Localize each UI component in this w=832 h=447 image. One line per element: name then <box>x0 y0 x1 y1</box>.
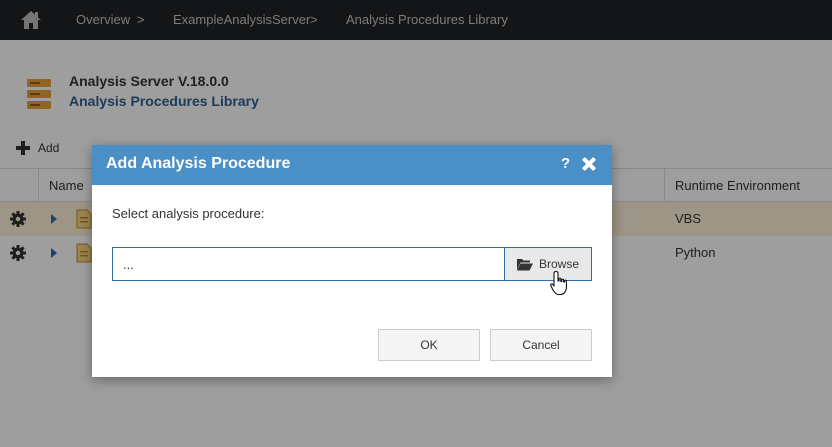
help-icon[interactable]: ? <box>561 155 570 172</box>
ok-button[interactable]: OK <box>378 329 480 361</box>
cancel-button[interactable]: Cancel <box>490 329 592 361</box>
dialog-title: Add Analysis Procedure <box>106 155 291 172</box>
procedure-path-input[interactable] <box>112 247 504 281</box>
close-icon[interactable] <box>582 157 596 171</box>
select-procedure-label: Select analysis procedure: <box>112 206 265 221</box>
browse-button-label: Browse <box>538 257 579 271</box>
hand-cursor-icon <box>550 270 567 296</box>
browse-button[interactable]: Browse <box>504 247 592 281</box>
add-procedure-dialog: Add Analysis Procedure ? Select analysis… <box>92 145 612 377</box>
folder-open-icon <box>516 258 533 270</box>
dialog-header: Add Analysis Procedure ? <box>92 145 612 185</box>
